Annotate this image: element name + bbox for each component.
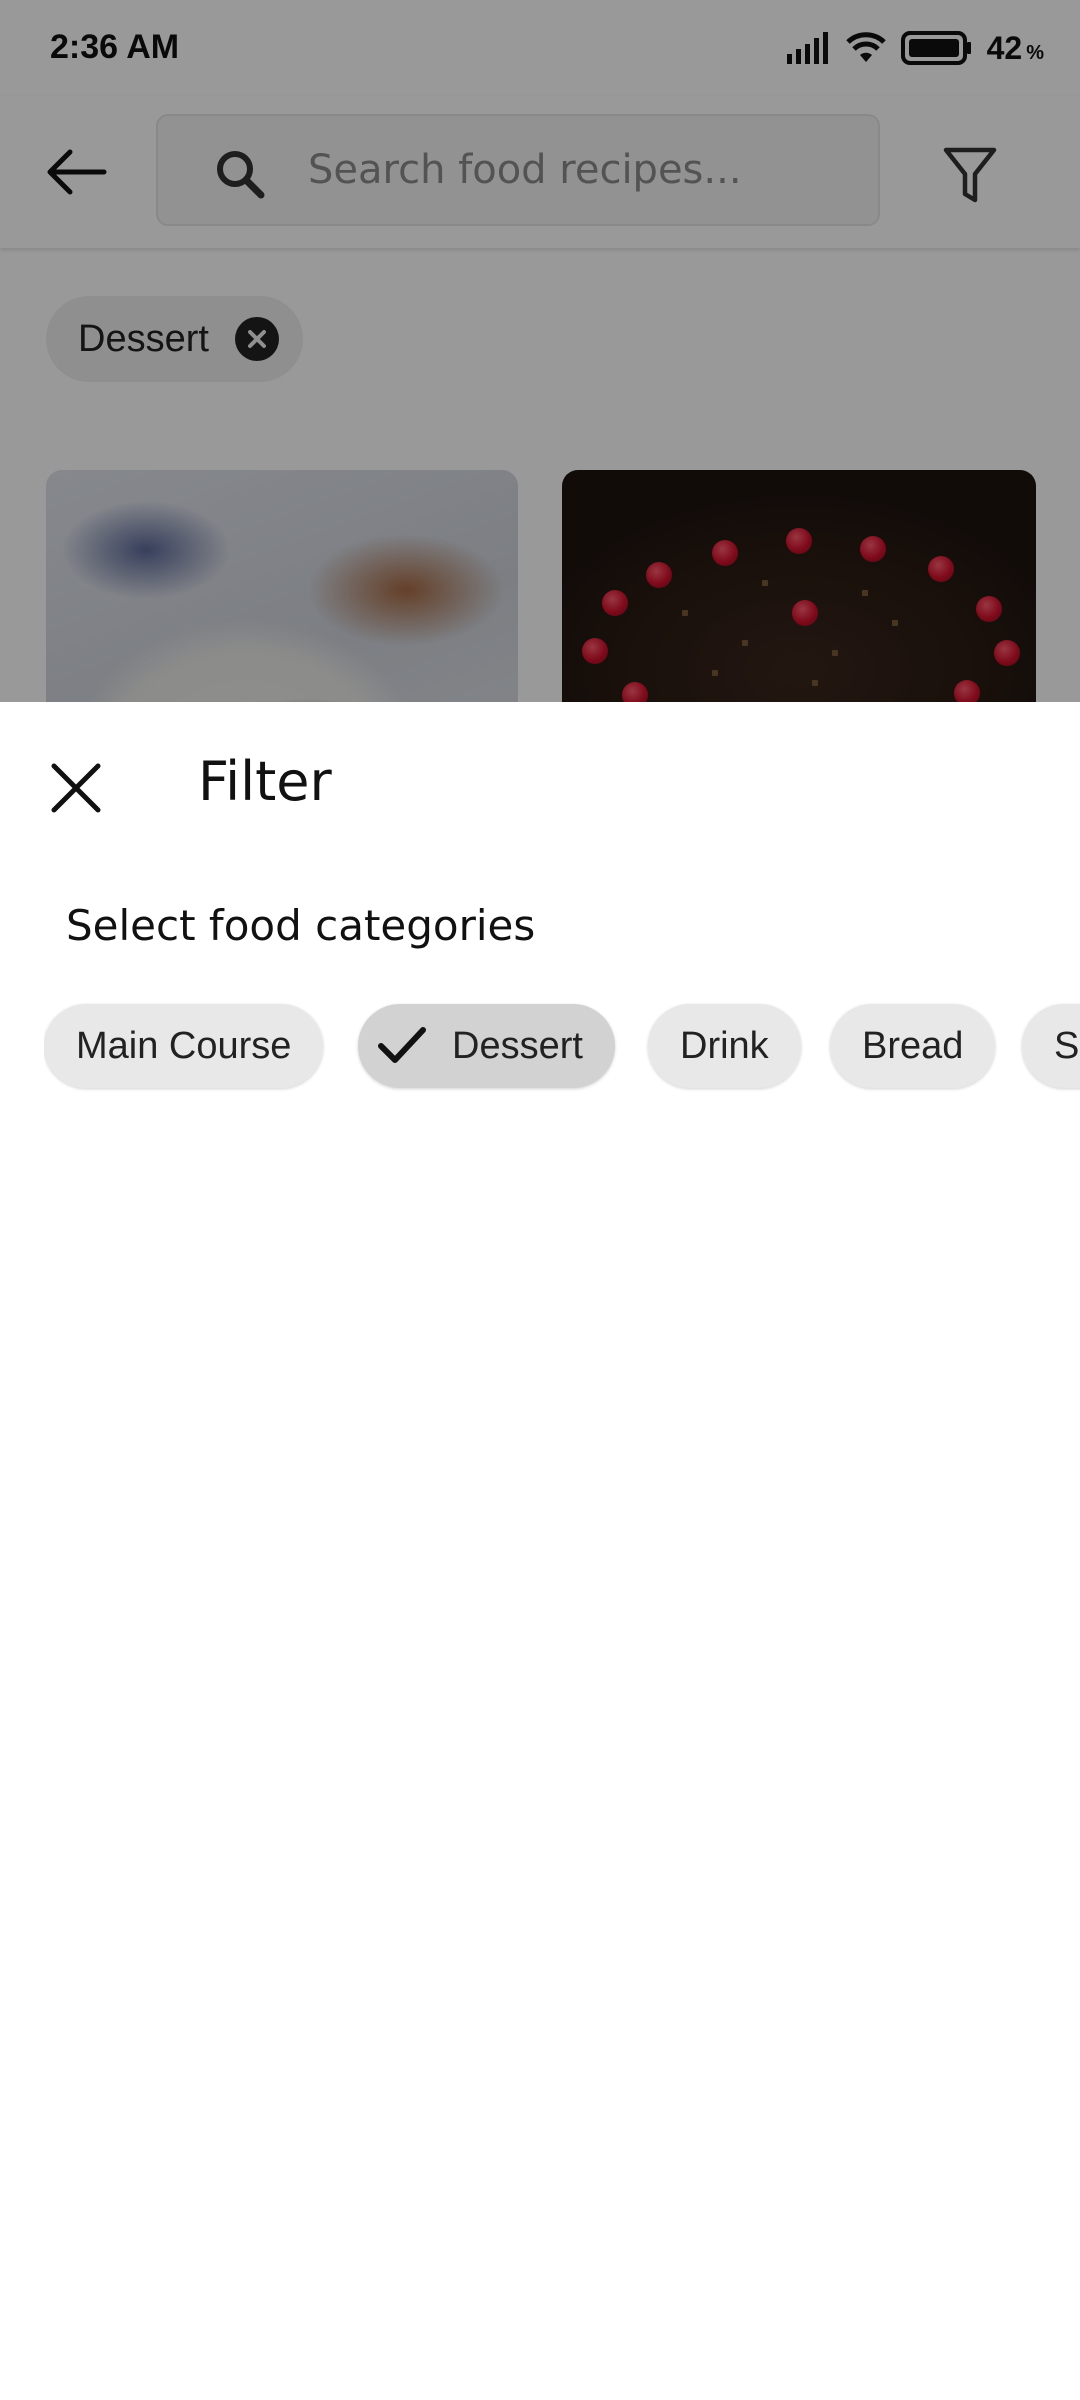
category-chip-dessert[interactable]: Dessert (358, 1004, 615, 1088)
category-chip-side-dish[interactable]: Side Dish (1022, 1004, 1080, 1088)
check-icon (374, 1018, 430, 1074)
chip-label: Main Course (76, 1024, 292, 1067)
screen: 2:36 AM 42 % Search food recipes... Dess… (0, 0, 1080, 2400)
chip-label: Bread (862, 1024, 964, 1067)
chip-label: Side Dish (1054, 1024, 1080, 1067)
close-icon (51, 763, 101, 813)
section-label: Select food categories (66, 901, 536, 950)
chip-label: Dessert (452, 1024, 583, 1067)
category-chip-row: Main Course Dessert Drink Bread Side Dis… (44, 1000, 1080, 1092)
filter-sheet: Filter Select food categories Main Cours… (0, 702, 1080, 2400)
category-chip-bread[interactable]: Bread (830, 1004, 996, 1088)
close-button[interactable] (40, 752, 112, 824)
sheet-title: Filter (198, 750, 332, 813)
category-chip-main-course[interactable]: Main Course (44, 1004, 324, 1088)
category-chip-drink[interactable]: Drink (648, 1004, 801, 1088)
chip-label: Drink (680, 1024, 769, 1067)
